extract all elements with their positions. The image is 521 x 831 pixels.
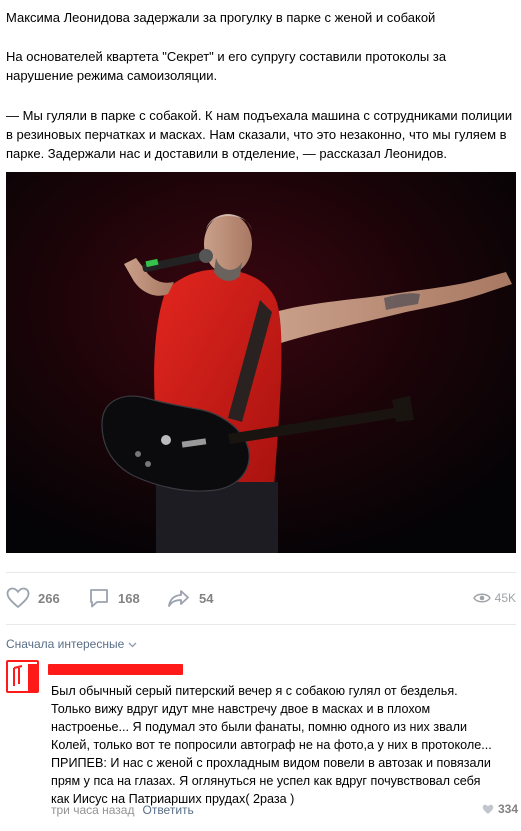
like-button[interactable]: 266: [6, 580, 60, 616]
comment-like-count: 334: [497, 802, 518, 816]
comment-button[interactable]: 168: [88, 580, 140, 616]
views-count: 45K: [494, 591, 516, 605]
avatar[interactable]: [6, 660, 39, 693]
chevron-down-icon: [128, 642, 137, 647]
post-quote: — Мы гуляли в парке с собакой. К нам под…: [6, 108, 513, 161]
comment-text: Был обычный серый питерский вечер я с со…: [51, 684, 492, 806]
share-icon: [168, 590, 189, 607]
like-count: 266: [38, 590, 60, 606]
share-count: 54: [199, 590, 214, 606]
heart-icon: [482, 804, 494, 814]
concert-photo-illustration: [6, 172, 516, 553]
comment-count: 168: [118, 590, 140, 606]
heart-icon: [6, 587, 30, 609]
avatar-redacted-icon: [8, 662, 37, 691]
share-button[interactable]: 54: [167, 580, 213, 616]
comment-like-button[interactable]: 334: [482, 802, 518, 816]
comment-icon: [90, 589, 108, 608]
comment-item: Был обычный серый питерский вечер я с со…: [6, 660, 518, 831]
reply-button[interactable]: Ответить: [142, 803, 193, 817]
comments-sort-dropdown[interactable]: Сначала интересные: [6, 637, 137, 651]
author-name-redacted[interactable]: [48, 664, 183, 675]
views-counter: 45K: [472, 580, 516, 616]
actions-divider-bottom: [6, 624, 516, 625]
comment-meta: три часа назад Ответить: [51, 803, 194, 817]
post-actions-bar: 266 168 54 45K: [0, 580, 521, 616]
eye-icon: [472, 593, 491, 603]
post-title: Максима Леонидова задержали за прогулку …: [6, 10, 436, 25]
comments-sort-label: Сначала интересные: [6, 637, 125, 651]
post-photo[interactable]: [6, 172, 516, 553]
post-paragraph: На основателей квартета "Секрет" и его с…: [6, 49, 447, 83]
actions-divider-top: [6, 572, 516, 573]
comment-time[interactable]: три часа назад: [51, 803, 134, 817]
